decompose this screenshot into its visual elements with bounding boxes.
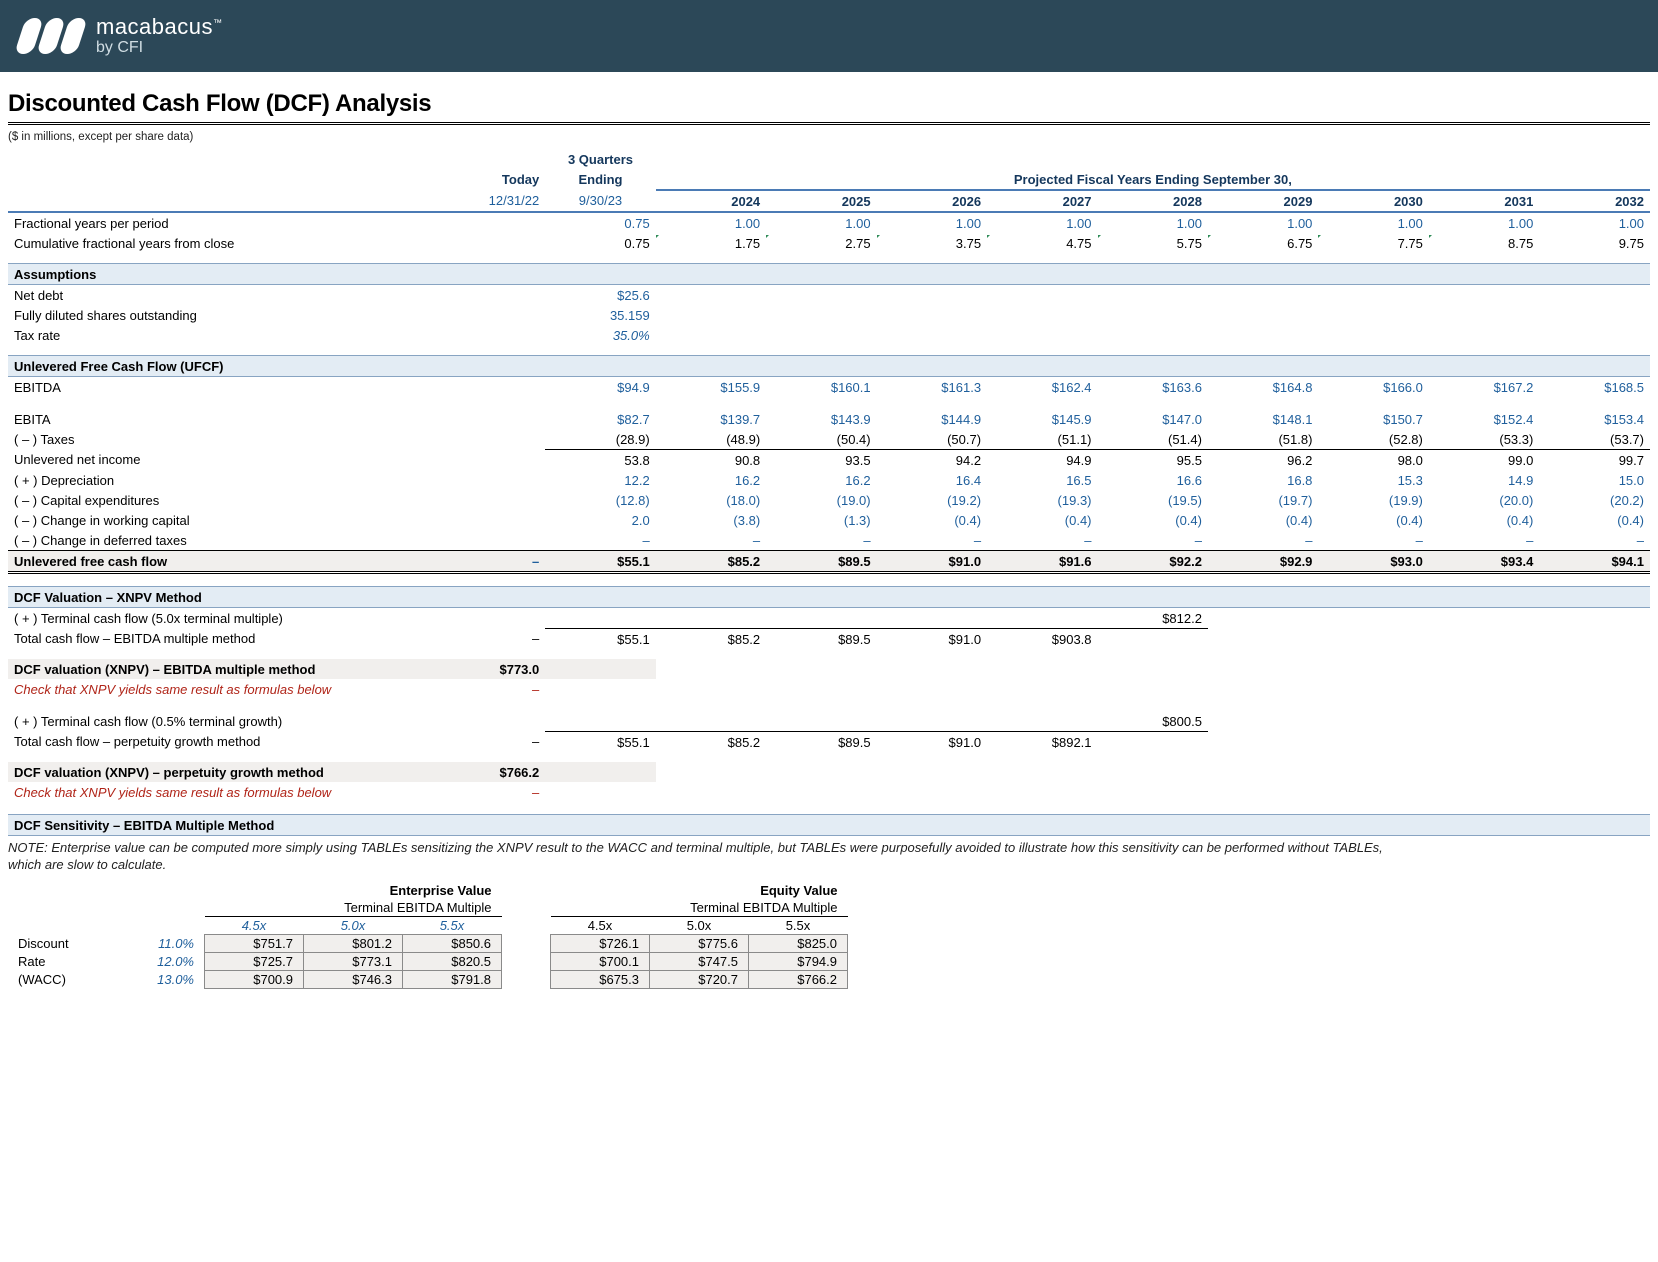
page-title: Discounted Cash Flow (DCF) Analysis <box>8 90 1650 118</box>
ebita-label: EBITA <box>8 409 442 429</box>
q3-label-1: 3 Quarters <box>545 149 655 169</box>
brand-byline: by CFI <box>96 40 223 56</box>
logo-icon <box>14 18 88 54</box>
frac-per-label: Fractional years per period <box>8 212 442 233</box>
tcf-pg-val: $800.5 <box>1098 711 1208 732</box>
year-2028: 2028 <box>1098 190 1208 212</box>
eq-sensitivity-table: Equity Value Terminal EBITDA Multiple 4.… <box>550 882 848 989</box>
dt-label: ( – ) Change in deferred taxes <box>8 530 442 551</box>
dep-label: ( + ) Depreciation <box>8 470 442 490</box>
year-2026: 2026 <box>877 190 987 212</box>
logo-text: macabacus™ by CFI <box>96 16 223 56</box>
dcf-table: 3 Quarters Today Ending Projected Fiscal… <box>8 149 1650 836</box>
units-note: ($ in millions, except per share data) <box>8 131 1650 143</box>
tcf-mult-val: $812.2 <box>1098 608 1208 629</box>
section-assumptions: Assumptions <box>8 264 1650 285</box>
ebitda-label: EBITDA <box>8 377 442 398</box>
capex-label: ( – ) Capital expenditures <box>8 490 442 510</box>
brand-name: macabacus <box>96 14 213 39</box>
uni-label: Unlevered net income <box>8 450 442 471</box>
dcf-mult-val: $773.0 <box>442 659 545 679</box>
eq-title: Equity Value <box>551 882 848 899</box>
tcf-mult-label: ( + ) Terminal cash flow (5.0x terminal … <box>8 608 442 629</box>
eq-axis-label: Terminal EBITDA Multiple <box>551 899 848 917</box>
projected-label: Projected Fiscal Years Ending September … <box>656 169 1650 190</box>
ev-sensitivity-table: Enterprise Value Terminal EBITDA Multipl… <box>8 882 502 989</box>
shares-label: Fully diluted shares outstanding <box>8 305 442 325</box>
year-2032: 2032 <box>1539 190 1650 212</box>
q3-date: 9/30/23 <box>545 190 655 212</box>
dcf-mult-label: DCF valuation (XNPV) – EBITDA multiple m… <box>8 659 442 679</box>
trademark: ™ <box>213 18 223 28</box>
total-pg-label: Total cash flow – perpetuity growth meth… <box>8 732 442 753</box>
year-2029: 2029 <box>1208 190 1318 212</box>
tcf-pg-label: ( + ) Terminal cash flow (0.5% terminal … <box>8 711 442 732</box>
year-2025: 2025 <box>766 190 876 212</box>
xnpv-check1: Check that XNPV yields same result as fo… <box>8 679 442 699</box>
dcf-pg-label: DCF valuation (XNPV) – perpetuity growth… <box>8 762 442 782</box>
app-header: macabacus™ by CFI <box>0 0 1658 72</box>
shares-val: 35.159 <box>545 305 655 325</box>
ev-axis-label: Terminal EBITDA Multiple <box>205 899 502 917</box>
dcf-pg-val: $766.2 <box>442 762 545 782</box>
ufcf-today: – <box>442 551 545 573</box>
section-xnpv: DCF Valuation – XNPV Method <box>8 587 1650 608</box>
wc-label: ( – ) Change in working capital <box>8 510 442 530</box>
sensitivity-tables: Enterprise Value Terminal EBITDA Multipl… <box>8 882 1650 989</box>
net-debt-val: $25.6 <box>545 285 655 306</box>
taxes-label: ( – ) Taxes <box>8 429 442 450</box>
section-ufcf: Unlevered Free Cash Flow (UFCF) <box>8 356 1650 377</box>
tax-label: Tax rate <box>8 325 442 345</box>
ufcf-label: Unlevered free cash flow <box>8 551 442 573</box>
today-date: 12/31/22 <box>442 190 545 212</box>
year-2027: 2027 <box>987 190 1097 212</box>
xnpv-check2: Check that XNPV yields same result as fo… <box>8 782 442 802</box>
ev-title: Enterprise Value <box>205 882 502 899</box>
sens-note: NOTE: Enterprise value can be computed m… <box>8 840 1408 874</box>
year-2024: 2024 <box>656 190 766 212</box>
net-debt-label: Net debt <box>8 285 442 306</box>
tax-val: 35.0% <box>545 325 655 345</box>
year-2031: 2031 <box>1429 190 1539 212</box>
frac-cum-label: Cumulative fractional years from close <box>8 233 442 253</box>
q3-label-2: Ending <box>545 169 655 190</box>
year-2030: 2030 <box>1318 190 1428 212</box>
today-label: Today <box>442 169 545 190</box>
section-sens: DCF Sensitivity – EBITDA Multiple Method <box>8 815 1650 836</box>
total-mult-label: Total cash flow – EBITDA multiple method <box>8 629 442 650</box>
